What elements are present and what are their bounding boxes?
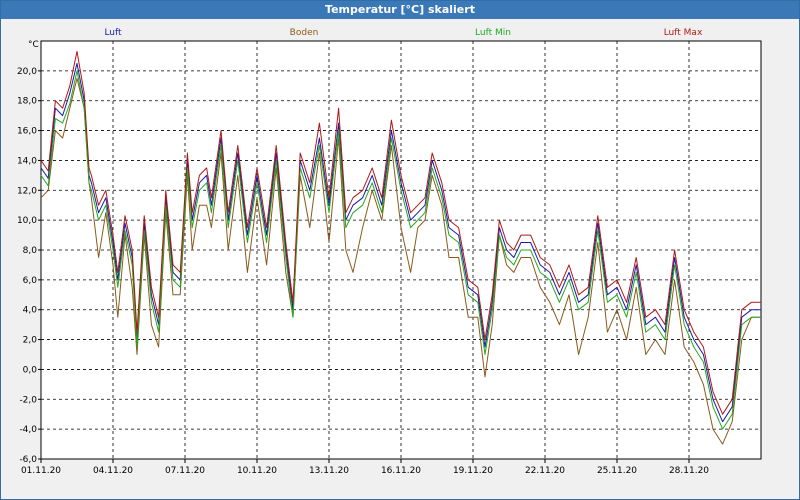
window-title: Temperatur [°C] skaliert (1, 1, 799, 19)
chart-window: Temperatur [°C] skaliert -6,0 -4,0 -2,0 0,0… (0, 0, 800, 500)
y-tick-label: 6,0 (23, 276, 38, 286)
temperature-chart: -6,0 -4,0 -2,0 0,0 2,0 4,0 6,0 8,0 10,0 12,0 14,0 1… (17, 28, 762, 476)
x-tick-label: 22.11.20 (525, 466, 565, 476)
legend: Luft Boden Luft Min Luft Max (104, 28, 703, 38)
legend-entry-boden: Boden (290, 28, 319, 38)
x-tick-label: 13.11.20 (309, 466, 349, 476)
y-tick-label: 18,0 (17, 97, 37, 107)
x-tick-label: 07.11.20 (165, 466, 205, 476)
y-tick-label: 10,0 (17, 216, 37, 226)
x-tick-label: 01.11.20 (21, 466, 61, 476)
x-tick-label: 16.11.20 (381, 466, 421, 476)
y-tick-label: 0,0 (23, 365, 38, 375)
y-tick-label: -2,0 (19, 395, 37, 405)
y-tick-label: -4,0 (19, 425, 37, 435)
x-tick-label: 04.11.20 (93, 466, 133, 476)
x-tick-label: 28.11.20 (669, 466, 709, 476)
y-tick-label: 12,0 (17, 186, 37, 196)
x-tick-label: 10.11.20 (237, 466, 277, 476)
y-tick-label: 20,0 (17, 67, 37, 77)
y-tick-label: 14,0 (17, 156, 37, 166)
y-tick-label: -6,0 (19, 455, 37, 465)
y-axis-unit: °C (28, 40, 39, 50)
y-tick-label: 2,0 (23, 336, 38, 346)
y-tick-label: 4,0 (23, 306, 38, 316)
x-axis-ticks: 01.11.20 04.11.20 07.11.20 10.11.20 13.11.20… (21, 459, 709, 476)
y-tick-label: 16,0 (17, 127, 37, 137)
legend-entry-luft-min: Luft Min (475, 28, 511, 38)
x-tick-label: 19.11.20 (453, 466, 493, 476)
y-axis-ticks: -6,0 -4,0 -2,0 0,0 2,0 4,0 6,0 8,0 10,0 12,0 14,0 1… (17, 67, 41, 465)
legend-entry-luft-max: Luft Max (664, 28, 703, 38)
y-tick-label: 8,0 (23, 246, 38, 256)
x-tick-label: 25.11.20 (597, 466, 637, 476)
legend-entry-luft: Luft (104, 28, 122, 38)
